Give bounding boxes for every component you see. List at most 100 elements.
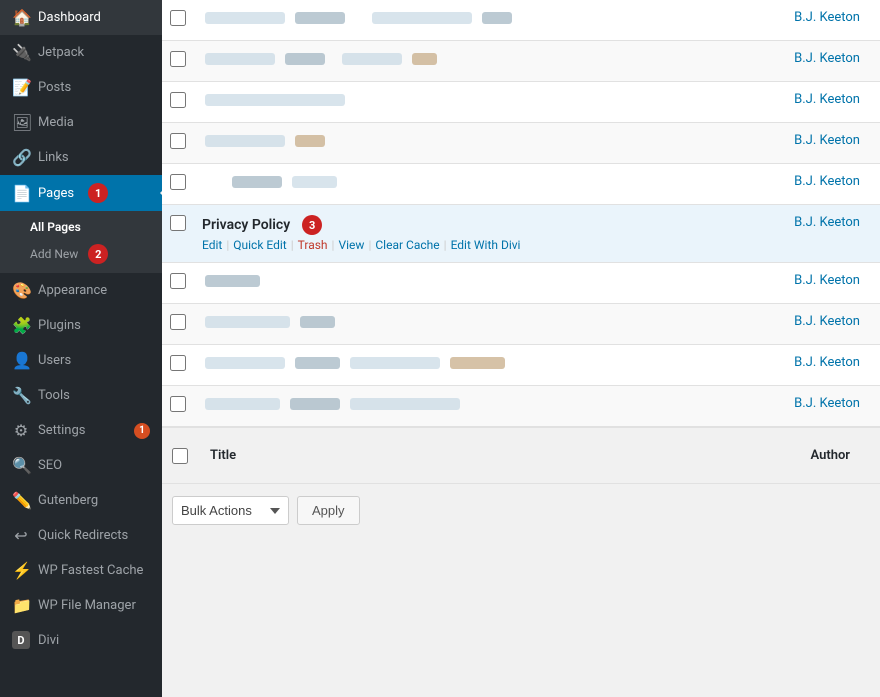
pages-submenu: All Pages Add New 2	[0, 211, 162, 273]
bottom-action-bar: Bulk Actions Move to Trash Apply	[162, 483, 880, 537]
tools-icon: 🔧	[12, 386, 30, 405]
sidebar: 🏠 Dashboard 🔌 Jetpack 📝 Posts 🖼 Media 🔗 …	[0, 0, 162, 697]
sidebar-sub-all-pages[interactable]: All Pages	[0, 215, 162, 239]
quick-edit-link[interactable]: Quick Edit	[233, 238, 286, 252]
footer-title-header: Title	[202, 440, 750, 471]
pages-icon: 📄	[12, 184, 30, 203]
author-cell: B.J. Keeton	[760, 0, 880, 41]
plugins-icon: 🧩	[12, 316, 30, 335]
author-cell: B.J. Keeton	[760, 41, 880, 82]
sidebar-item-links[interactable]: 🔗 Links	[0, 140, 162, 175]
sidebar-item-media[interactable]: 🖼 Media	[0, 105, 162, 140]
table-row: B.J. Keeton	[162, 164, 880, 205]
sidebar-item-wp-file-manager[interactable]: 📁 WP File Manager	[0, 588, 162, 623]
blur-bar	[300, 316, 335, 328]
blur-bar	[205, 12, 285, 24]
blur-bar	[290, 398, 340, 410]
page-title-placeholder	[202, 355, 752, 371]
page-title-placeholder	[202, 92, 752, 108]
blur-bar	[412, 53, 437, 65]
author-cell: B.J. Keeton	[760, 263, 880, 304]
posts-icon: 📝	[12, 78, 30, 97]
row-checkbox[interactable]	[170, 215, 186, 231]
privacy-policy-title-link[interactable]: Privacy Policy	[202, 217, 290, 233]
trash-link[interactable]: Trash	[298, 238, 328, 252]
blur-bar	[295, 135, 325, 147]
sidebar-item-plugins[interactable]: 🧩 Plugins	[0, 308, 162, 343]
users-icon: 👤	[12, 351, 30, 370]
privacy-policy-annotation-bubble: 3	[302, 215, 322, 235]
table-row: B.J. Keeton	[162, 0, 880, 41]
blur-bar	[205, 135, 285, 147]
blur-bar	[295, 357, 340, 369]
table-row: B.J. Keeton	[162, 41, 880, 82]
appearance-icon: 🎨	[12, 281, 30, 300]
row-checkbox[interactable]	[170, 92, 186, 108]
sidebar-item-wp-fastest-cache[interactable]: ⚡ WP Fastest Cache	[0, 553, 162, 588]
footer-checkbox-cell	[172, 448, 202, 464]
author-cell: B.J. Keeton	[760, 164, 880, 205]
row-checkbox[interactable]	[170, 133, 186, 149]
divi-icon: D	[12, 631, 30, 649]
clear-cache-link[interactable]: Clear Cache	[375, 238, 439, 252]
page-title-placeholder	[202, 314, 752, 330]
blur-bar	[482, 12, 512, 24]
blur-bar	[205, 357, 285, 369]
table-row: B.J. Keeton	[162, 304, 880, 345]
sidebar-sub-add-new[interactable]: Add New 2	[0, 239, 162, 269]
footer-checkbox[interactable]	[172, 448, 188, 464]
sidebar-item-posts[interactable]: 📝 Posts	[0, 70, 162, 105]
settings-icon: ⚙	[12, 421, 30, 440]
table-row: B.J. Keeton	[162, 345, 880, 386]
sidebar-item-tools[interactable]: 🔧 Tools	[0, 378, 162, 413]
row-checkbox[interactable]	[170, 355, 186, 371]
blur-bar	[205, 398, 280, 410]
row-checkbox[interactable]	[170, 51, 186, 67]
sidebar-item-appearance[interactable]: 🎨 Appearance	[0, 273, 162, 308]
row-checkbox[interactable]	[170, 273, 186, 289]
blur-bar	[450, 357, 505, 369]
sidebar-item-users[interactable]: 👤 Users	[0, 343, 162, 378]
author-cell: B.J. Keeton	[760, 205, 880, 263]
dashboard-icon: 🏠	[12, 8, 30, 27]
row-checkbox[interactable]	[170, 10, 186, 26]
quick-redirects-icon: ↩	[12, 526, 30, 545]
pages-table-wrap: B.J. Keeton B.J. Keeton	[162, 0, 880, 537]
jetpack-icon: 🔌	[12, 43, 30, 62]
blur-bar	[205, 275, 260, 287]
table-row: B.J. Keeton	[162, 386, 880, 427]
row-checkbox[interactable]	[170, 314, 186, 330]
row-checkbox[interactable]	[170, 396, 186, 412]
edit-link[interactable]: Edit	[202, 238, 222, 252]
page-title-placeholder	[202, 273, 752, 289]
blur-bar	[342, 53, 402, 65]
sidebar-item-divi[interactable]: D Divi	[0, 623, 162, 657]
pages-annotation-bubble: 1	[88, 183, 108, 203]
sidebar-item-settings[interactable]: ⚙ Settings 1	[0, 413, 162, 448]
footer-author-header: Author	[750, 440, 870, 471]
add-new-annotation-bubble: 2	[88, 244, 108, 264]
row-actions: Edit | Quick Edit | Trash | View | Clear…	[202, 238, 752, 252]
blur-bar	[292, 176, 337, 188]
wp-file-manager-icon: 📁	[12, 596, 30, 615]
sidebar-item-pages[interactable]: 📄 Pages 1	[0, 175, 162, 211]
sidebar-item-jetpack[interactable]: 🔌 Jetpack	[0, 35, 162, 70]
page-title-placeholder	[202, 133, 752, 149]
sidebar-item-seo[interactable]: 🔍 SEO	[0, 448, 162, 483]
view-link[interactable]: View	[338, 238, 364, 252]
sidebar-item-quick-redirects[interactable]: ↩ Quick Redirects	[0, 518, 162, 553]
blur-bar	[205, 316, 290, 328]
apply-button[interactable]: Apply	[297, 496, 360, 525]
bulk-actions-select[interactable]: Bulk Actions Move to Trash	[172, 496, 289, 525]
edit-with-divi-link[interactable]: Edit With Divi	[451, 238, 521, 252]
author-cell: B.J. Keeton	[760, 386, 880, 427]
sidebar-item-dashboard[interactable]: 🏠 Dashboard	[0, 0, 162, 35]
blur-bar	[232, 176, 282, 188]
main-content: B.J. Keeton B.J. Keeton	[162, 0, 880, 697]
page-title-placeholder	[202, 174, 752, 190]
author-cell: B.J. Keeton	[760, 123, 880, 164]
author-cell: B.J. Keeton	[760, 82, 880, 123]
row-checkbox[interactable]	[170, 174, 186, 190]
pages-table: B.J. Keeton B.J. Keeton	[162, 0, 880, 427]
sidebar-item-gutenberg[interactable]: ✏️ Gutenberg	[0, 483, 162, 518]
